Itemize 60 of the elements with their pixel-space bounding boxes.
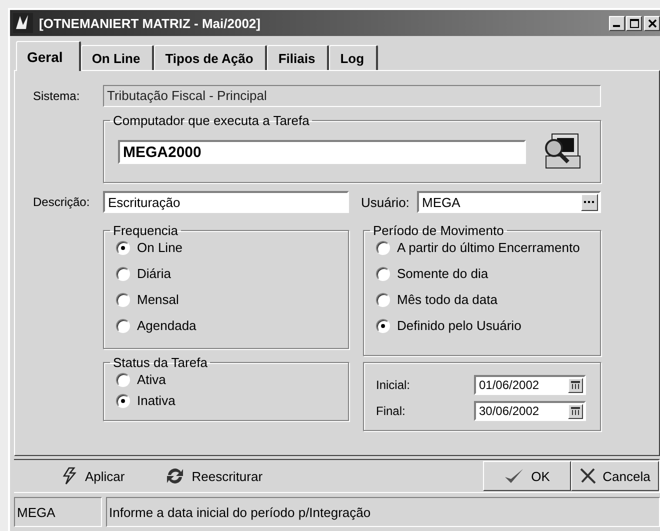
- option-label: Inativa: [137, 393, 176, 408]
- date-field[interactable]: 30/06/2002: [474, 401, 586, 421]
- option-label: Definido pelo Usuário: [397, 318, 522, 333]
- radio-button[interactable]: [116, 318, 130, 332]
- group-title: Status da Tarefa: [112, 355, 208, 370]
- calendar-button[interactable]: [568, 378, 583, 392]
- tab[interactable]: Geral: [16, 41, 81, 71]
- option-label: A partir do último Encerramento: [397, 240, 580, 255]
- calendar-icon: [571, 381, 580, 389]
- group-title: Computador que executa a Tarefa: [112, 113, 310, 128]
- option-label: Mês todo da data: [397, 292, 498, 307]
- radio-button[interactable]: [376, 266, 390, 280]
- browse-button[interactable]: [581, 194, 598, 210]
- user-field[interactable]: MEGA: [417, 191, 601, 213]
- maximize-icon: [630, 18, 638, 28]
- check-icon: [504, 468, 524, 484]
- group-title: Período de Movimento: [372, 223, 505, 238]
- computer-field[interactable]: MEGA2000: [118, 140, 526, 164]
- tab[interactable]: Filiais: [267, 45, 330, 70]
- close-button[interactable]: [644, 16, 660, 30]
- status-message: Informe a data inicial do período p/Integração: [106, 497, 660, 527]
- option-label: Mensal: [137, 292, 179, 307]
- ellipsis-icon: [584, 200, 595, 204]
- radio-button[interactable]: [116, 266, 130, 280]
- radio-button[interactable]: [116, 372, 130, 386]
- option-label: Ativa: [137, 372, 166, 387]
- field-label: Inicial:: [376, 378, 412, 392]
- window-title: [OTNEMANIERT MATRIZ - Mai/2002]: [39, 16, 262, 30]
- radio-button[interactable]: [376, 318, 390, 332]
- option-label: On Line: [137, 240, 183, 255]
- group-title: Frequencia: [112, 223, 180, 238]
- option-label: Agendada: [137, 318, 196, 333]
- maximize-button[interactable]: [626, 16, 642, 30]
- calendar-button[interactable]: [568, 404, 583, 418]
- option-label: Diária: [137, 266, 171, 281]
- option-label: Somente do dia: [397, 266, 488, 281]
- radio-button[interactable]: [116, 394, 130, 408]
- refresh-icon: [164, 467, 185, 485]
- radio-button[interactable]: [116, 240, 130, 254]
- status-panel: MEGA: [14, 497, 102, 527]
- cancel-button[interactable]: Cancela: [571, 461, 659, 491]
- close-icon: [648, 18, 656, 28]
- field-label: Descrição:: [32, 195, 91, 209]
- minimize-button[interactable]: [609, 16, 625, 30]
- tab[interactable]: Log: [329, 45, 378, 70]
- tab[interactable]: On Line: [80, 45, 154, 70]
- radio-button[interactable]: [376, 292, 390, 306]
- ok-button[interactable]: OK: [483, 461, 571, 491]
- app-logo-icon: [13, 13, 33, 33]
- radio-button[interactable]: [376, 240, 390, 254]
- bolt-icon: [62, 467, 78, 485]
- description-field[interactable]: Escrituração: [103, 191, 349, 213]
- calendar-icon: [571, 407, 580, 415]
- field-label: Usuário:: [361, 194, 410, 210]
- date-field[interactable]: 01/06/2002: [474, 375, 586, 395]
- x-icon: [580, 468, 596, 484]
- radio-button[interactable]: [116, 292, 130, 306]
- tab[interactable]: Tipos de Ação: [154, 45, 268, 70]
- field-label: Sistema:: [32, 89, 81, 103]
- field-label: Final:: [376, 404, 406, 418]
